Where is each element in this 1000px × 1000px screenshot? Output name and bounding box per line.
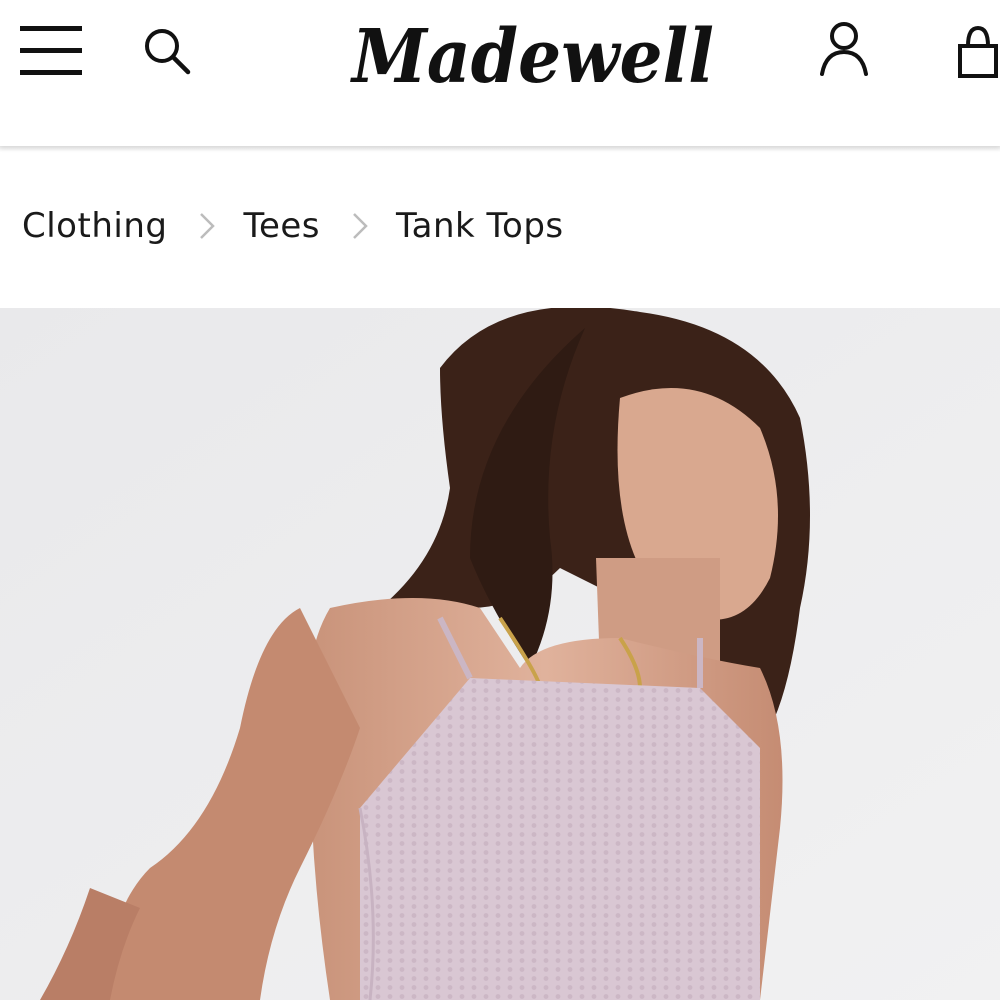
header-divider (0, 146, 1000, 152)
chevron-right-icon (200, 213, 216, 239)
logo-wordmark: Madewell (349, 14, 714, 100)
shopping-bag-icon (958, 25, 998, 78)
site-header: Madewell (0, 0, 1000, 146)
menu-button[interactable] (20, 24, 84, 78)
search-button[interactable] (140, 24, 194, 78)
breadcrumb-tank-tops[interactable]: Tank Tops (396, 206, 564, 246)
shopping-bag-button[interactable] (956, 24, 1000, 82)
search-icon (145, 29, 191, 75)
account-button[interactable] (814, 18, 874, 78)
breadcrumb: Clothing Tees Tank Tops (22, 200, 564, 252)
breadcrumb-tees[interactable]: Tees (243, 206, 320, 246)
product-hero-image[interactable] (0, 308, 1000, 1000)
menu-icon (20, 26, 82, 75)
account-icon (820, 22, 868, 76)
chevron-right-icon (353, 213, 368, 239)
breadcrumb-clothing[interactable]: Clothing (22, 206, 167, 246)
logo-text: Madewell (349, 14, 714, 100)
madewell-logo[interactable]: Madewell (348, 6, 724, 110)
model-photo (0, 308, 1000, 1000)
